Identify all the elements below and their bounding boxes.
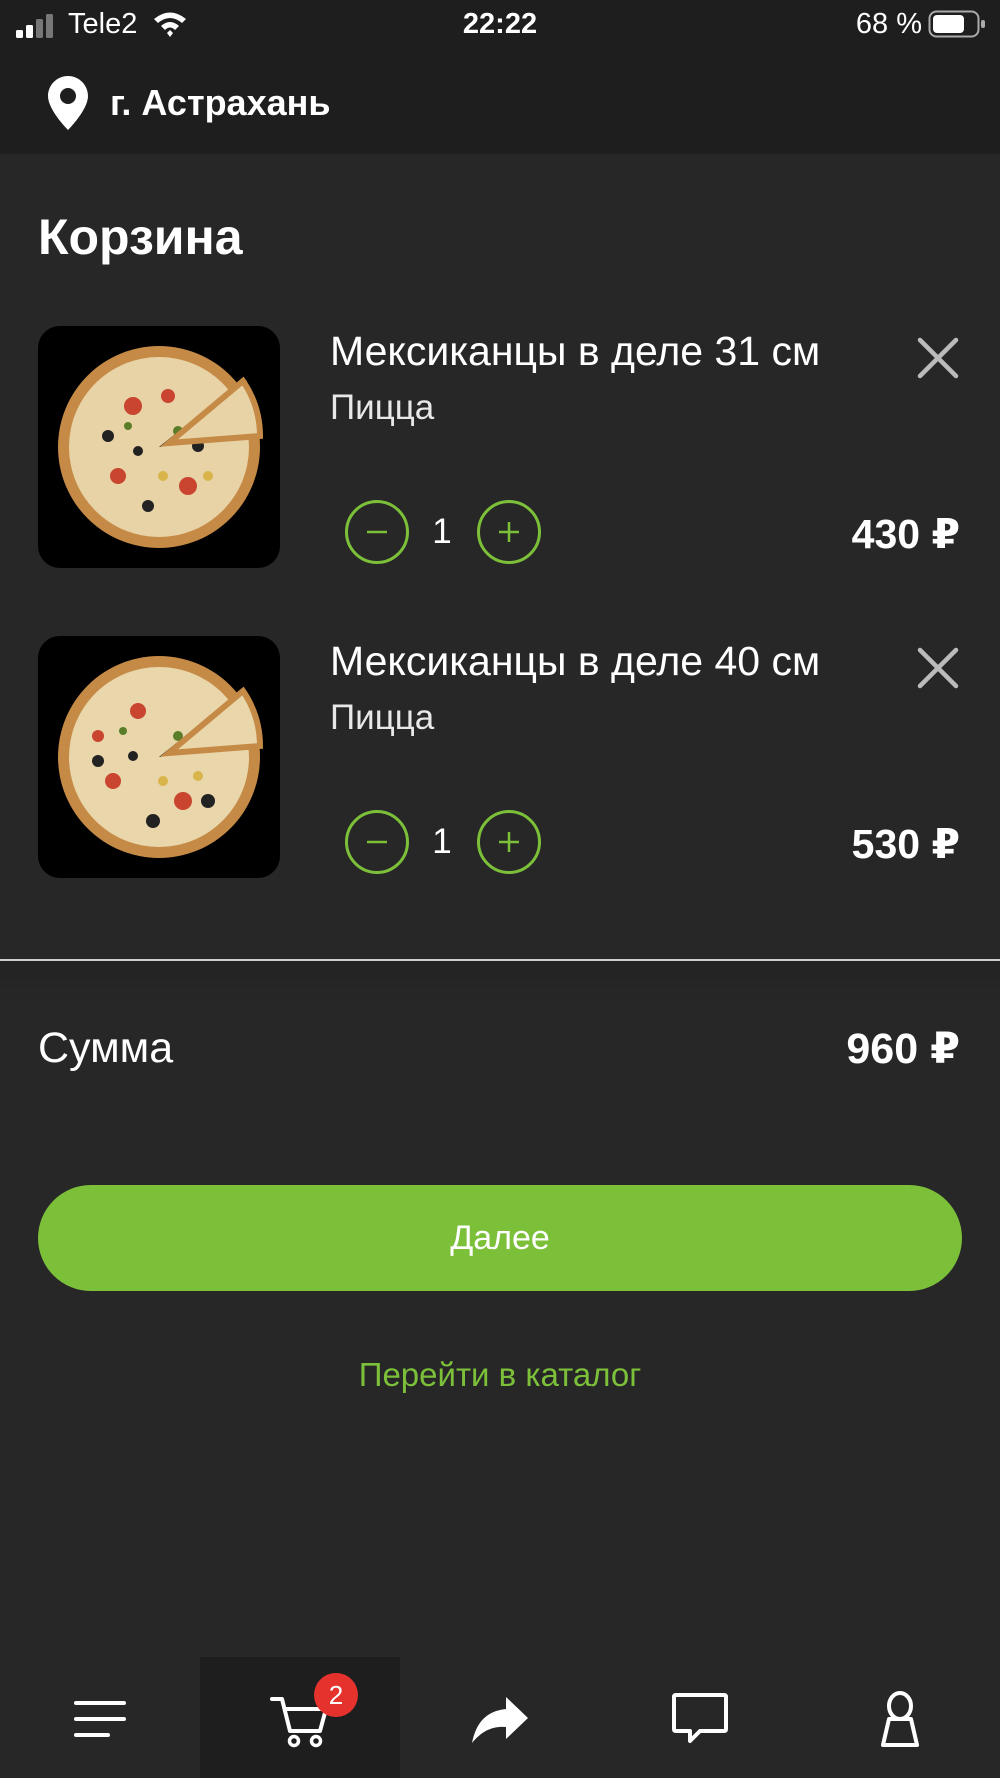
- minus-icon: [367, 530, 387, 534]
- close-icon[interactable]: [914, 334, 962, 382]
- chat-icon: [672, 1693, 728, 1743]
- tab-profile[interactable]: [800, 1657, 1000, 1778]
- item-name: Мексиканцы в деле 31 см: [330, 328, 821, 374]
- location-bar[interactable]: г. Астрахань: [0, 52, 1000, 154]
- quantity-value: 1: [432, 512, 452, 551]
- cart-screen: Tele2 22:22 68 % г. Астрахань Корзина Ме…: [0, 0, 1000, 1778]
- increase-quantity-button[interactable]: [477, 500, 541, 564]
- item-category: Пицца: [330, 698, 435, 737]
- close-icon[interactable]: [914, 644, 962, 692]
- cart-count-badge: 2: [314, 1673, 358, 1717]
- quantity-value: 1: [432, 822, 452, 861]
- minus-icon: [367, 840, 387, 844]
- tab-chat[interactable]: [600, 1657, 800, 1778]
- clock: 22:22: [462, 8, 538, 40]
- plus-icon: [499, 832, 519, 852]
- menu-icon: [74, 1701, 126, 1737]
- item-price: 530 ₽: [851, 821, 960, 867]
- page-title: Корзина: [38, 209, 243, 265]
- go-to-catalog-link[interactable]: Перейти в каталог: [0, 1356, 1000, 1394]
- increase-quantity-button[interactable]: [477, 810, 541, 874]
- divider-shadow: [0, 961, 1000, 1005]
- sum-label: Сумма: [38, 1024, 174, 1072]
- battery-percent: 68 %: [855, 8, 922, 40]
- tab-share[interactable]: [400, 1657, 600, 1778]
- share-icon: [472, 1697, 528, 1743]
- item-price: 430 ₽: [851, 511, 960, 557]
- sum-total: 960 ₽: [846, 1025, 960, 1073]
- next-button[interactable]: Далее: [38, 1185, 962, 1291]
- cart-item: Мексиканцы в деле 31 см Пицца 1 430 ₽: [0, 326, 1000, 568]
- decrease-quantity-button[interactable]: [345, 500, 409, 564]
- battery-icon: [928, 10, 985, 38]
- item-name: Мексиканцы в деле 40 см: [330, 638, 821, 684]
- product-image: [38, 326, 280, 568]
- cart-item: Мексиканцы в деле 40 см Пицца 1 530 ₽: [0, 636, 1000, 878]
- city-name: г. Астрахань: [110, 82, 331, 123]
- tab-cart[interactable]: [200, 1657, 400, 1778]
- status-bar: Tele2 22:22 68 %: [0, 0, 1000, 52]
- decrease-quantity-button[interactable]: [345, 810, 409, 874]
- tab-bar: 2: [0, 1657, 1000, 1778]
- product-image: [38, 636, 280, 878]
- profile-icon: [881, 1691, 919, 1747]
- tab-menu[interactable]: [0, 1657, 200, 1778]
- item-category: Пицца: [330, 388, 435, 427]
- map-pin-icon: [48, 76, 88, 130]
- plus-icon: [499, 522, 519, 542]
